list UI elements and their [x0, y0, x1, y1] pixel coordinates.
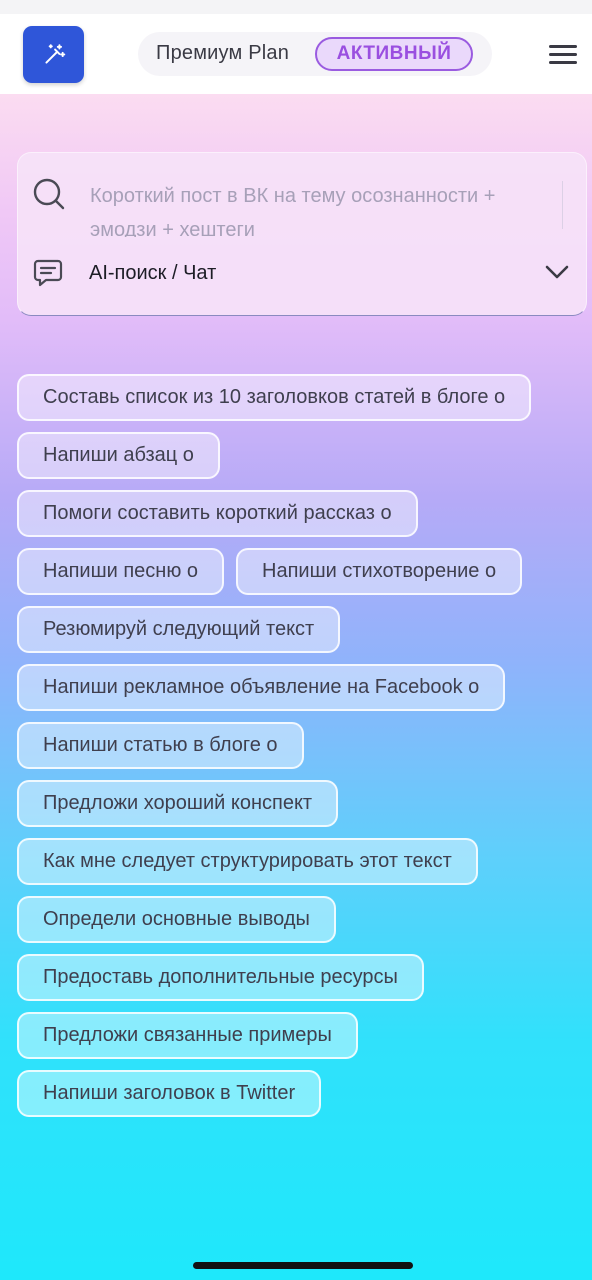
suggestion-chip[interactable]: Резюмируй следующий текст — [17, 606, 341, 653]
suggestion-chip[interactable]: Напиши заголовок в Twitter — [17, 1070, 322, 1117]
suggestion-chip[interactable]: Предложи хороший конспект — [17, 780, 339, 827]
suggestion-chip[interactable]: Как мне следует структурировать этот тек… — [17, 838, 478, 885]
search-card: Короткий пост в ВК на тему осознанности … — [17, 152, 587, 316]
suggestion-chip[interactable]: Предоставь дополнительные ресурсы — [17, 954, 424, 1001]
input-divider — [562, 181, 563, 229]
chat-icon — [33, 259, 63, 287]
home-indicator[interactable] — [193, 1262, 413, 1269]
magic-wand-icon — [44, 43, 65, 64]
hamburger-menu-icon[interactable] — [549, 45, 579, 67]
status-bar — [0, 0, 592, 14]
mode-label: AI-поиск / Чат — [89, 262, 217, 284]
suggestion-chip[interactable]: Напиши рекламное объявление на Facebook … — [17, 664, 506, 711]
logo-button[interactable] — [23, 26, 84, 83]
chevron-down-icon[interactable] — [545, 264, 569, 280]
suggestion-list: Составь список из 10 заголовков статей в… — [17, 374, 577, 1117]
suggestion-chip[interactable]: Напиши песню о — [17, 548, 225, 595]
suggestion-chip[interactable]: Напиши абзац о — [17, 432, 220, 479]
suggestion-chip[interactable]: Напиши стихотворение о — [236, 548, 523, 595]
plan-label: Премиум Plan — [156, 42, 290, 64]
suggestion-chip[interactable]: Определи основные выводы — [17, 896, 336, 943]
suggestion-chip[interactable]: Предложи связанные примеры — [17, 1012, 358, 1059]
suggestion-chip[interactable]: Напиши статью в блоге о — [17, 722, 304, 769]
search-input[interactable]: Короткий пост в ВК на тему осознанности … — [90, 179, 560, 237]
suggestion-chip[interactable]: Помоги составить короткий рассказ о — [17, 490, 418, 537]
suggestion-chip[interactable]: Составь список из 10 заголовков статей в… — [17, 374, 532, 421]
plan-status-badge: АКТИВНЫЙ — [315, 37, 473, 71]
mode-selector[interactable]: AI-поиск / Чат — [18, 237, 586, 301]
app-header: Премиум Plan АКТИВНЫЙ — [0, 14, 592, 94]
search-icon — [33, 178, 65, 210]
plan-indicator: Премиум Plan АКТИВНЫЙ — [138, 32, 492, 76]
